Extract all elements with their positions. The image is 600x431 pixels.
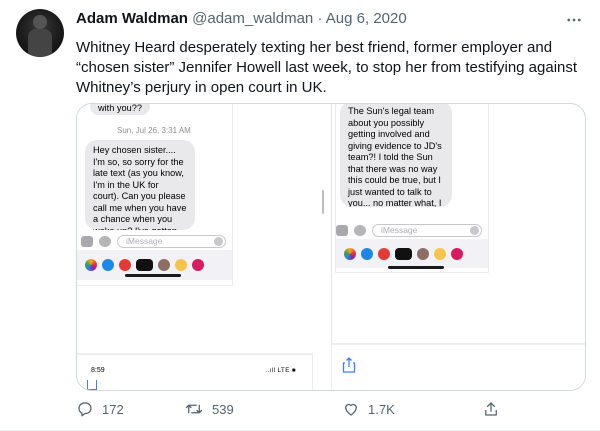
message-input-bar: iMessage	[81, 233, 226, 249]
like-icon	[345, 403, 357, 416]
app-store-icon	[102, 259, 114, 271]
tweet-actions: 172 539 1.7K	[76, 400, 516, 420]
photos-app-icon	[344, 247, 356, 260]
media-image-right[interactable]: The Sun's legal team about you possibly …	[331, 104, 585, 390]
media-image-left[interactable]: with you?? Sun, Jul 26, 3:31 AM Hey chos…	[77, 104, 331, 390]
imessage-field: iMessage	[372, 223, 482, 237]
screenshot-bottom-right	[332, 344, 585, 390]
tweet-header: Adam Waldman @adam_waldman · Aug 6, 2020	[76, 10, 407, 27]
screenshot-top-right: The Sun's legal team about you possibly …	[336, 104, 488, 272]
memoji-icon	[158, 259, 170, 271]
like-count: 1.7K	[368, 401, 395, 417]
camera-icon	[81, 235, 93, 247]
photos-app-icon	[85, 259, 97, 271]
message-bubble: Hey chosen sister.... I'm so, so sorry f…	[85, 140, 195, 230]
animoji-icon	[175, 259, 187, 271]
avatar[interactable]	[16, 9, 64, 57]
imessage-placeholder: iMessage	[126, 236, 163, 246]
share-icon	[342, 357, 356, 373]
apps-icon	[354, 224, 366, 236]
share-icon	[485, 402, 497, 416]
separator-dot: ·	[317, 10, 323, 27]
imessage-placeholder: iMessage	[381, 225, 418, 235]
search-app-icon	[119, 259, 131, 271]
message-bubble: The Sun's legal team about you possibly …	[340, 104, 452, 207]
reply-icon	[78, 402, 92, 417]
home-indicator	[125, 274, 181, 277]
message-timestamp: Sun, Jul 26, 3:31 AM	[117, 126, 191, 135]
home-indicator	[388, 266, 444, 269]
imessage-field: iMessage	[117, 234, 226, 248]
tweet[interactable]: Adam Waldman @adam_waldman · Aug 6, 2020…	[0, 0, 600, 431]
scroll-indicator	[322, 190, 324, 214]
message-input-bar: iMessage	[336, 222, 482, 238]
media-grid[interactable]: with you?? Sun, Jul 26, 3:31 AM Hey chos…	[76, 103, 586, 391]
apps-icon	[99, 235, 111, 247]
search-app-icon	[378, 247, 390, 260]
tweet-date[interactable]: Aug 6, 2020	[326, 10, 407, 27]
pay-app-icon	[136, 259, 153, 271]
more-icon[interactable]	[562, 8, 586, 32]
send-icon	[470, 225, 479, 235]
app-drawer	[336, 239, 488, 268]
tweet-text: Whitney Heard desperately texting her be…	[76, 39, 578, 96]
avatar-body	[28, 29, 52, 57]
share-icon-small	[87, 380, 97, 390]
reply-count: 172	[102, 401, 124, 417]
screenshot-bottom-left: 8:59 ..ıll LTE ■	[77, 354, 312, 390]
retweet-count: 539	[212, 401, 234, 417]
app-store-icon	[361, 247, 373, 260]
status-clock: 8:59	[91, 367, 105, 374]
message-bubble-top: with you??	[90, 104, 150, 115]
status-bar: ..ıll LTE ■	[265, 368, 296, 374]
camera-icon	[336, 224, 348, 236]
pay-app-icon	[395, 247, 412, 260]
avatar-head	[33, 15, 47, 29]
reply-button[interactable]: 172	[76, 400, 124, 418]
memoji-icon	[417, 247, 429, 260]
share-button[interactable]	[482, 400, 500, 418]
animoji-icon	[434, 247, 446, 260]
like-button[interactable]: 1.7K	[342, 400, 395, 418]
retweet-icon	[185, 404, 203, 414]
send-icon	[214, 236, 223, 246]
screenshot-top-left: with you?? Sun, Jul 26, 3:31 AM Hey chos…	[77, 104, 232, 285]
retweet-button[interactable]: 539	[184, 400, 234, 418]
heart-app-icon	[192, 259, 204, 271]
author-name[interactable]: Adam Waldman	[76, 10, 188, 27]
heart-app-icon	[451, 247, 463, 260]
author-handle[interactable]: @adam_waldman	[192, 10, 313, 27]
